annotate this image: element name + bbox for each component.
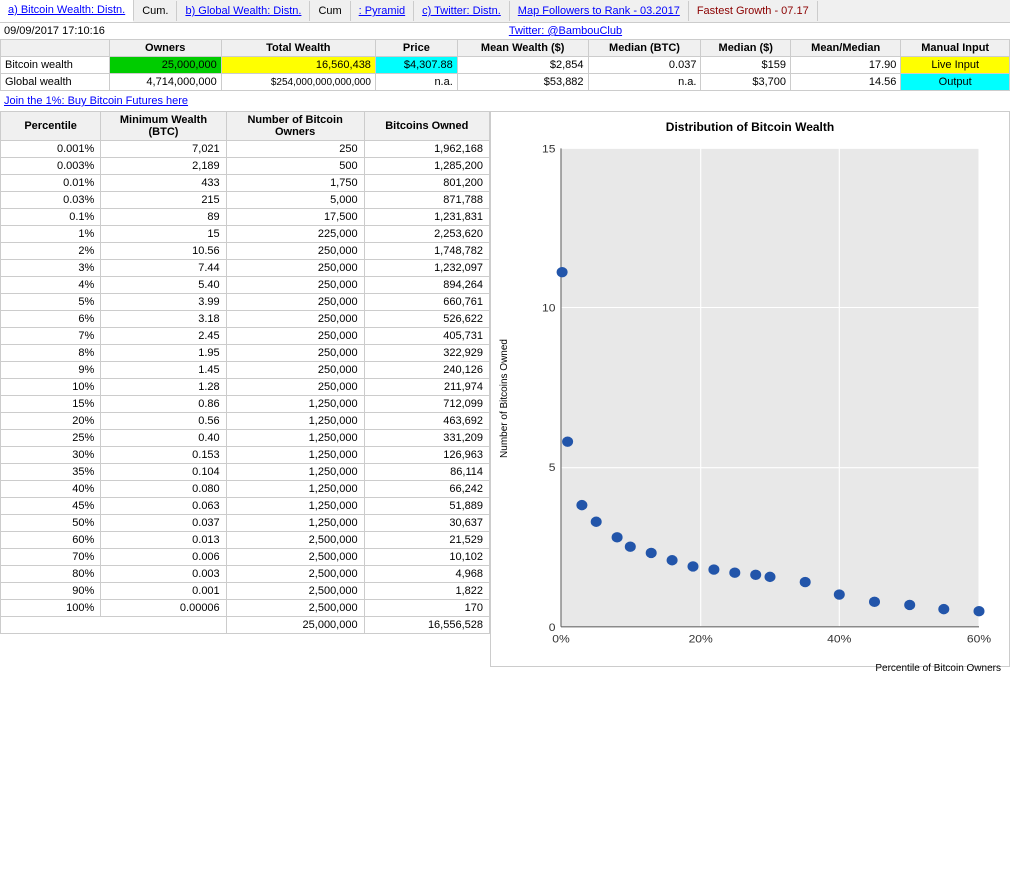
summary-table: Owners Total Wealth Price Mean Wealth ($… <box>0 39 1010 91</box>
table-row: 50%0.0371,250,00030,637 <box>1 515 490 532</box>
total-btc: 16,556,528 <box>364 617 489 634</box>
svg-text:10: 10 <box>542 302 556 315</box>
col-total-wealth: Total Wealth <box>221 40 375 57</box>
col-manual-input: Manual Input <box>901 40 1010 57</box>
tab-a[interactable]: a) Bitcoin Wealth: Distn. <box>0 0 134 22</box>
join-link[interactable]: Join the 1%: Buy Bitcoin Futures here <box>0 91 1010 111</box>
table-row: 15%0.861,250,000712,099 <box>1 396 490 413</box>
table-row: 30%0.1531,250,000126,963 <box>1 447 490 464</box>
bitcoin-median-usd: $159 <box>701 57 791 74</box>
th-btc-owned: Bitcoins Owned <box>364 112 489 141</box>
table-row: 70%0.0062,500,00010,102 <box>1 549 490 566</box>
twitter-link[interactable]: Twitter: @BambouClub <box>509 25 622 37</box>
main-content: Percentile Minimum Wealth (BTC) Number o… <box>0 111 1010 667</box>
table-row: 35%0.1041,250,00086,114 <box>1 464 490 481</box>
th-min-wealth: Minimum Wealth (BTC) <box>101 112 226 141</box>
timestamp: 09/09/2017 17:10:16 <box>4 25 105 37</box>
svg-text:40%: 40% <box>827 633 852 646</box>
table-row: 1%15225,0002,253,620 <box>1 226 490 243</box>
svg-text:60%: 60% <box>967 633 992 646</box>
table-row: 8%1.95250,000322,929 <box>1 345 490 362</box>
bitcoin-total-wealth: 16,560,438 <box>221 57 375 74</box>
svg-text:0%: 0% <box>552 633 570 646</box>
col-price: Price <box>375 40 457 57</box>
global-label: Global wealth <box>1 74 110 91</box>
bitcoin-median-btc: 0.037 <box>588 57 701 74</box>
table-row: 6%3.18250,000526,622 <box>1 311 490 328</box>
table-row: 7%2.45250,000405,731 <box>1 328 490 345</box>
col-empty <box>1 40 110 57</box>
chart-panel: Distribution of Bitcoin Wealth Number of… <box>490 111 1010 667</box>
table-row: 0.003%2,1895001,285,200 <box>1 158 490 175</box>
table-row: 4%5.40250,000894,264 <box>1 277 490 294</box>
table-row: 60%0.0132,500,00021,529 <box>1 532 490 549</box>
tab-cum[interactable]: Cum. <box>134 1 177 21</box>
table-row: 3%7.44250,0001,232,097 <box>1 260 490 277</box>
bitcoin-owners: 25,000,000 <box>109 57 221 74</box>
chart-title: Distribution of Bitcoin Wealth <box>499 120 1001 134</box>
table-row: 80%0.0032,500,0004,968 <box>1 566 490 583</box>
global-median-usd: $3,700 <box>701 74 791 91</box>
table-row: 2%10.56250,0001,748,782 <box>1 243 490 260</box>
table-row: 0.1%8917,5001,231,831 <box>1 209 490 226</box>
col-mean-wealth: Mean Wealth ($) <box>457 40 588 57</box>
bitcoin-row: Bitcoin wealth 25,000,000 16,560,438 $4,… <box>1 57 1010 74</box>
global-owners: 4,714,000,000 <box>109 74 221 91</box>
table-row: 0.001%7,0212501,962,168 <box>1 141 490 158</box>
table-row: 100%0.000062,500,000170 <box>1 600 490 617</box>
table-row: 90%0.0012,500,0001,822 <box>1 583 490 600</box>
global-output: Output <box>901 74 1010 91</box>
global-mean: $53,882 <box>457 74 588 91</box>
bitcoin-label: Bitcoin wealth <box>1 57 110 74</box>
table-row: 0.01%4331,750801,200 <box>1 175 490 192</box>
global-row: Global wealth 4,714,000,000 $254,000,000… <box>1 74 1010 91</box>
total-label <box>1 617 227 634</box>
y-axis-label: Number of Bitcoins Owned <box>499 339 510 458</box>
svg-text:15: 15 <box>542 143 556 156</box>
table-row: 40%0.0801,250,00066,242 <box>1 481 490 498</box>
global-mean-median: 14.56 <box>791 74 901 91</box>
col-median-usd: Median ($) <box>701 40 791 57</box>
top-nav: a) Bitcoin Wealth: Distn. Cum. b) Global… <box>0 0 1010 23</box>
bitcoin-mean: $2,854 <box>457 57 588 74</box>
bitcoin-live-input: Live Input <box>901 57 1010 74</box>
bitcoin-price: $4,307.88 <box>375 57 457 74</box>
tab-c[interactable]: c) Twitter: Distn. <box>414 1 510 21</box>
table-row: 45%0.0631,250,00051,889 <box>1 498 490 515</box>
table-row: 0.03%2155,000871,788 <box>1 192 490 209</box>
tab-fastest[interactable]: Fastest Growth - 07.17 <box>689 1 818 21</box>
svg-text:20%: 20% <box>689 633 714 646</box>
th-num-owners: Number of Bitcoin Owners <box>226 112 364 141</box>
tab-pyramid[interactable]: : Pyramid <box>351 1 414 21</box>
table-row: 5%3.99250,000660,761 <box>1 294 490 311</box>
global-total-wealth: $254,000,000,000,000 <box>221 74 375 91</box>
chart-svg: 0 5 10 15 0% 20% 40% 60% <box>517 138 1001 658</box>
col-mean-median: Mean/Median <box>791 40 901 57</box>
th-percentile: Percentile <box>1 112 101 141</box>
table-row: 25%0.401,250,000331,209 <box>1 430 490 447</box>
tab-map[interactable]: Map Followers to Rank - 03.2017 <box>510 1 689 21</box>
data-table: Percentile Minimum Wealth (BTC) Number o… <box>0 111 490 634</box>
tab-b[interactable]: b) Global Wealth: Distn. <box>177 1 310 21</box>
table-row: 9%1.45250,000240,126 <box>1 362 490 379</box>
table-row: 20%0.561,250,000463,692 <box>1 413 490 430</box>
bitcoin-mean-median: 17.90 <box>791 57 901 74</box>
header-row: 09/09/2017 17:10:16 Twitter: @BambouClub <box>0 23 1010 39</box>
col-median-btc: Median (BTC) <box>588 40 701 57</box>
svg-text:5: 5 <box>549 461 556 474</box>
left-panel: Percentile Minimum Wealth (BTC) Number o… <box>0 111 490 667</box>
tab-cum2[interactable]: Cum <box>310 1 350 21</box>
col-owners: Owners <box>109 40 221 57</box>
table-row: 10%1.28250,000211,974 <box>1 379 490 396</box>
global-price: n.a. <box>375 74 457 91</box>
global-median-btc: n.a. <box>588 74 701 91</box>
total-num: 25,000,000 <box>226 617 364 634</box>
x-axis-label: Percentile of Bitcoin Owners <box>517 663 1001 674</box>
